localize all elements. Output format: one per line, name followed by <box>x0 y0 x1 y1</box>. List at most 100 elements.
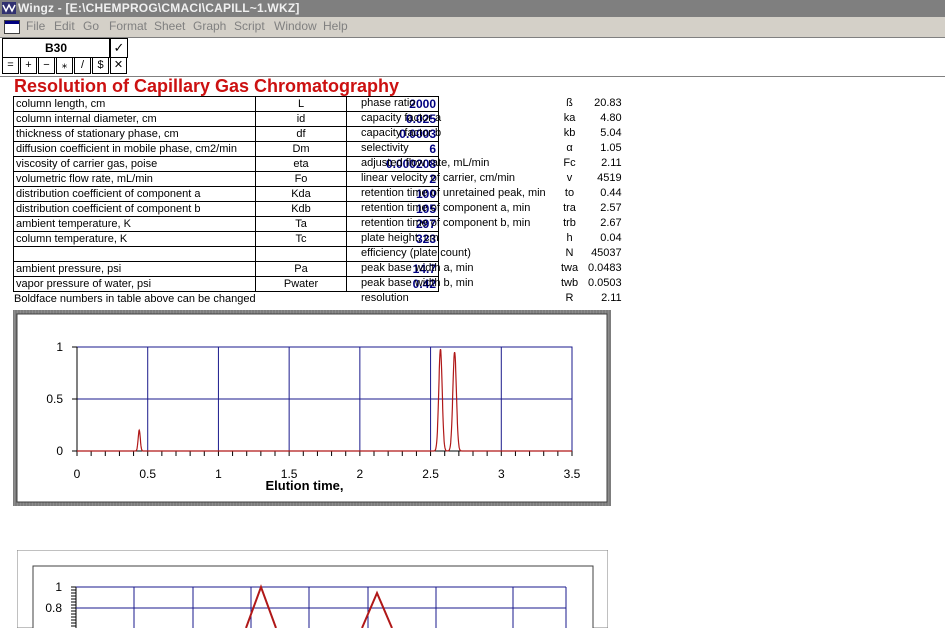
result-row: retention time of unretained peak, min to… <box>361 186 622 201</box>
result-row: peak base width b, min twb 0.0503 <box>361 276 622 291</box>
result-label: retention time of component b, min <box>361 217 531 229</box>
result-row: retention time of component b, min trb 2.6… <box>361 216 622 231</box>
result-value: 0.0483 <box>588 262 622 274</box>
minus-button[interactable]: − <box>38 57 55 74</box>
parameter-label <box>13 246 256 262</box>
cancel-entry-button[interactable]: ✕ <box>110 57 127 74</box>
y-tick-label: 1 <box>55 580 62 594</box>
dollar-button[interactable]: $ <box>92 57 109 74</box>
result-row: peak base width a, min twa 0.0483 <box>361 261 622 276</box>
result-value: 4519 <box>597 172 622 184</box>
parameter-label: vapor pressure of water, psi <box>13 276 256 292</box>
result-symbol: Fc <box>563 157 576 169</box>
result-symbol: kb <box>563 127 576 139</box>
chromatogram-chart[interactable]: 0 0.5 1 1.5 2 2.5 3 3.500.51Elution time, <box>13 310 611 506</box>
result-label: efficiency (plate count) <box>361 247 471 259</box>
peak-detail-chart[interactable]: 10.8 <box>17 550 608 628</box>
equals-button[interactable]: = <box>2 57 19 74</box>
parameter-symbol: Pwater <box>255 276 347 292</box>
result-label: retention time of component a, min <box>361 202 531 214</box>
parameter-label: column temperature, K <box>13 231 256 247</box>
app-icon <box>2 2 16 14</box>
menu-script[interactable]: Script <box>234 17 265 35</box>
result-symbol: N <box>565 247 574 259</box>
result-row: resolution R 2.11 <box>361 291 622 306</box>
menu-graph[interactable]: Graph <box>193 17 226 35</box>
result-symbol: v <box>566 172 573 184</box>
result-row: retention time of component a, min tra 2.5… <box>361 201 622 216</box>
result-row: linear velocity of carrier, cm/min v 4519 <box>361 171 622 186</box>
result-label: peak base width b, min <box>361 277 474 289</box>
x-tick-label: 3.5 <box>564 467 581 481</box>
result-symbol: twa <box>560 262 579 274</box>
menu-edit[interactable]: Edit <box>54 17 75 35</box>
parameter-symbol: Ta <box>255 216 347 232</box>
x-tick-label: 2.5 <box>422 467 439 481</box>
parameter-label: column internal diameter, cm <box>13 111 256 127</box>
result-label: retention time of unretained peak, min <box>361 187 546 199</box>
y-tick-label: 0.8 <box>45 601 62 615</box>
editable-note: Boldface numbers in table above can be c… <box>14 293 256 305</box>
result-value: 4.80 <box>600 112 622 124</box>
cell-reference-box[interactable]: B30 <box>2 38 110 58</box>
parameter-label: distribution coefficient of component b <box>13 201 256 217</box>
result-symbol: to <box>564 187 575 199</box>
parameter-symbol: df <box>255 126 347 142</box>
y-tick-label: 0.5 <box>46 392 63 406</box>
window-title: Wingz - [E:\CHEMPROG\CMACI\CAPILL~1.WKZ] <box>18 1 300 15</box>
results-table: phase ratio ß 20.83 capacity factor a ka 4.80… <box>361 96 622 306</box>
result-label: selectivity <box>361 142 409 154</box>
parameter-symbol: eta <box>255 156 347 172</box>
parameter-label: ambient temperature, K <box>13 216 256 232</box>
menu-sheet[interactable]: Sheet <box>154 17 185 35</box>
result-label: capacity factor b <box>361 127 442 139</box>
menu-format[interactable]: Format <box>109 17 147 35</box>
accept-entry-button[interactable]: ✓ <box>110 38 128 58</box>
parameter-symbol: Fo <box>255 171 347 187</box>
result-row: phase ratio ß 20.83 <box>361 96 622 111</box>
result-row: adjusted flow rate, mL/min Fc 2.11 <box>361 156 622 171</box>
menu-help[interactable]: Help <box>323 17 348 35</box>
result-symbol: α <box>566 142 573 154</box>
divide-button[interactable]: / <box>74 57 91 74</box>
parameter-label: column length, cm <box>13 96 256 112</box>
x-axis-label: Elution time, <box>266 478 344 493</box>
result-symbol: tra <box>563 202 576 214</box>
result-label: linear velocity of carrier, cm/min <box>361 172 516 184</box>
result-row: capacity factor a ka 4.80 <box>361 111 622 126</box>
result-symbol: twb <box>560 277 579 289</box>
result-row: efficiency (plate count) N 45037 <box>361 246 622 261</box>
result-value: 0.04 <box>600 232 622 244</box>
result-value: 2.67 <box>600 217 622 229</box>
result-row: selectivity α 1.05 <box>361 141 622 156</box>
parameter-symbol: Kdb <box>255 201 347 217</box>
multiply-button[interactable]: ⁎ <box>56 57 73 74</box>
result-value: 20.83 <box>594 97 622 109</box>
parameter-symbol: Kda <box>255 186 347 202</box>
menu-file[interactable]: File <box>26 17 45 35</box>
parameter-label: volumetric flow rate, mL/min <box>13 171 256 187</box>
parameter-symbol <box>255 246 347 262</box>
parameter-symbol: L <box>255 96 347 112</box>
result-value: 2.11 <box>601 292 622 304</box>
parameter-symbol: Tc <box>255 231 347 247</box>
result-label: peak base width a, min <box>361 262 474 274</box>
result-label: adjusted flow rate, mL/min <box>361 157 490 169</box>
menu-window[interactable]: Window <box>274 17 317 35</box>
result-label: resolution <box>361 292 409 304</box>
plus-button[interactable]: + <box>20 57 37 74</box>
parameter-symbol: Pa <box>255 261 347 277</box>
parameter-label: viscosity of carrier gas, poise <box>13 156 256 172</box>
parameter-symbol: Dm <box>255 141 347 157</box>
document-icon[interactable] <box>4 20 20 34</box>
toolbar-separator <box>0 35 945 38</box>
result-label: phase ratio <box>361 97 416 109</box>
x-tick-label: 3 <box>498 467 505 481</box>
result-symbol: R <box>565 292 574 304</box>
result-symbol: ka <box>563 112 576 124</box>
chart-area <box>32 565 594 628</box>
menu-go[interactable]: Go <box>83 17 99 35</box>
result-value: 0.0503 <box>588 277 622 289</box>
parameter-label: thickness of stationary phase, cm <box>13 126 256 142</box>
result-row: plate height, cm h 0.04 <box>361 231 622 246</box>
